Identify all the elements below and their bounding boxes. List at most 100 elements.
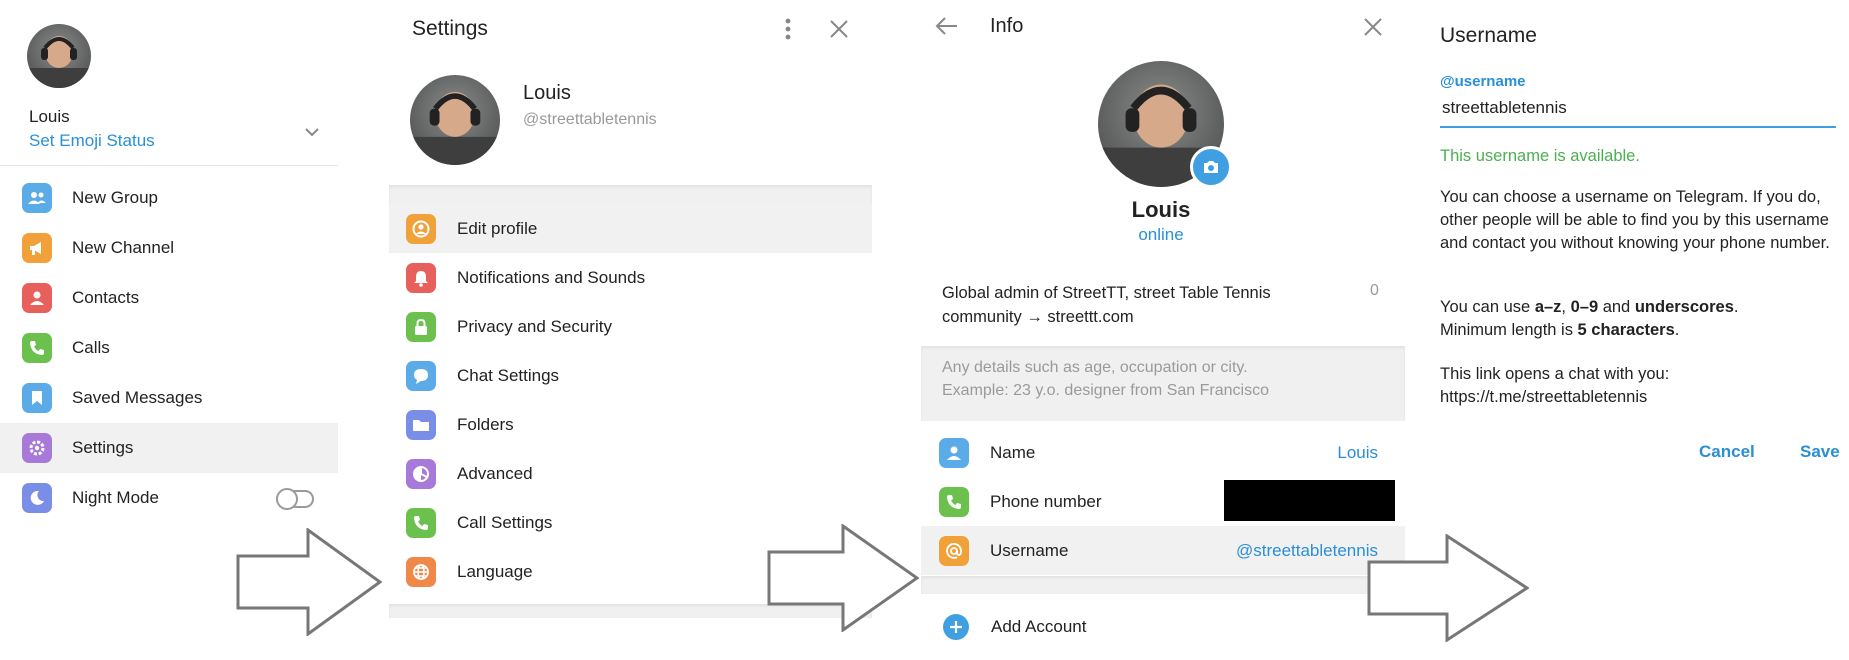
settings-item-privacy[interactable]: Privacy and Security — [389, 302, 872, 351]
person-icon — [22, 283, 52, 313]
avatar[interactable] — [27, 24, 91, 88]
close-icon[interactable] — [1362, 16, 1384, 38]
bio-text[interactable]: Global admin of StreetTT, street Table T… — [942, 281, 1271, 329]
page-title: Info — [990, 15, 1024, 37]
save-button[interactable]: Save — [1800, 442, 1840, 462]
menu-item-label: Night Mode — [72, 488, 159, 507]
field-label: Name — [990, 443, 1036, 462]
section-divider — [389, 185, 872, 204]
rules-underscores: underscores — [1634, 298, 1734, 316]
settings-item-label: Language — [457, 562, 533, 581]
add-account-button[interactable]: Add Account — [921, 604, 1405, 648]
rules-comma: , — [1561, 298, 1571, 316]
chevron-down-icon[interactable] — [302, 122, 322, 142]
settings-item-edit-profile[interactable]: Edit profile — [389, 204, 872, 253]
field-row-phone[interactable]: Phone number — [921, 477, 1405, 526]
menu-item-night-mode[interactable]: Night Mode — [0, 473, 338, 523]
min-length-end: . — [1674, 321, 1680, 339]
set-emoji-status-link[interactable]: Set Emoji Status — [29, 131, 155, 151]
menu-item-label: Calls — [72, 338, 110, 357]
rules-end: . — [1733, 298, 1739, 316]
bio-hint: Any details such as age, occupation or c… — [942, 356, 1269, 402]
section-divider — [921, 576, 1405, 594]
close-icon[interactable] — [828, 18, 850, 40]
rules-text: You can use a–z, 0–9 and underscores. Mi… — [1440, 296, 1840, 342]
profile-name: Louis — [1131, 197, 1191, 222]
rules-and: and — [1598, 298, 1635, 316]
menu-item-label: Saved Messages — [72, 388, 203, 407]
username-input[interactable]: streettabletennis — [1440, 96, 1836, 128]
menu-item-label: Settings — [72, 438, 134, 457]
settings-item-label: Notifications and Sounds — [457, 268, 646, 287]
page-title: Settings — [412, 17, 488, 40]
divider — [0, 165, 338, 166]
pie-chart-icon — [406, 459, 436, 489]
plus-circle-icon — [943, 614, 969, 640]
menu-item-label: New Group — [72, 188, 158, 207]
min-length-prefix: Minimum length is — [1440, 321, 1578, 339]
settings-item-label: Folders — [457, 415, 514, 434]
camera-icon — [1204, 161, 1218, 173]
profile-name: Louis — [523, 82, 571, 104]
add-account-label: Add Account — [991, 617, 1087, 636]
flow-arrow — [767, 523, 920, 633]
field-row-username[interactable]: Username @streettabletennis — [921, 526, 1405, 575]
chat-bubble-icon — [406, 361, 436, 391]
online-status: online — [1138, 225, 1184, 244]
page-title: Username — [1440, 24, 1537, 47]
avatar[interactable] — [410, 75, 500, 165]
username-input-value: streettabletennis — [1442, 98, 1567, 117]
group-icon — [22, 183, 52, 213]
min-length-value: 5 characters — [1577, 321, 1675, 339]
menu-item-label: New Channel — [72, 238, 175, 257]
menu-item-new-group[interactable]: New Group — [0, 173, 338, 223]
settings-item-folders[interactable]: Folders — [389, 400, 872, 449]
menu-item-saved-messages[interactable]: Saved Messages — [0, 373, 338, 423]
menu-item-calls[interactable]: Calls — [0, 323, 338, 373]
bell-icon — [406, 263, 436, 293]
bookmark-icon — [22, 383, 52, 413]
bio-line: community → streettt.com — [942, 308, 1134, 326]
availability-status: This username is available. — [1440, 147, 1640, 165]
settings-item-label: Advanced — [457, 464, 533, 483]
camera-button[interactable] — [1190, 146, 1232, 188]
field-value: Louis — [1337, 443, 1378, 462]
settings-item-label: Call Settings — [457, 513, 553, 532]
redacted-phone — [1224, 480, 1395, 521]
lock-icon — [406, 312, 436, 342]
more-vertical-icon[interactable] — [778, 16, 798, 42]
night-mode-toggle[interactable] — [276, 488, 314, 510]
description-text: You can choose a username on Telegram. I… — [1440, 188, 1830, 252]
field-row-name[interactable]: Name Louis — [921, 428, 1405, 477]
settings-item-chat-settings[interactable]: Chat Settings — [389, 351, 872, 400]
user-circle-icon — [406, 214, 436, 244]
hint-line: Example: 23 y.o. designer from San Franc… — [942, 382, 1269, 399]
back-arrow-icon[interactable] — [935, 15, 959, 37]
settings-item-notifications[interactable]: Notifications and Sounds — [389, 253, 872, 302]
bio-line: Global admin of StreetTT, street Table T… — [942, 284, 1271, 302]
folder-icon — [406, 410, 436, 440]
flow-arrow — [1367, 533, 1530, 643]
menu-item-new-channel[interactable]: New Channel — [0, 223, 338, 273]
megaphone-icon — [22, 233, 52, 263]
hint-line: Any details such as age, occupation or c… — [942, 359, 1248, 376]
settings-item-label: Edit profile — [457, 219, 538, 238]
rules-09: 0–9 — [1570, 298, 1599, 316]
profile-username: @streettabletennis — [523, 111, 657, 128]
phone-icon — [406, 508, 436, 538]
link-intro: This link opens a chat with you: — [1440, 365, 1670, 383]
field-value: @streettabletennis — [1235, 541, 1378, 560]
settings-item-label: Chat Settings — [457, 366, 560, 385]
menu-item-contacts[interactable]: Contacts — [0, 273, 338, 323]
settings-item-advanced[interactable]: Advanced — [389, 449, 872, 498]
person-icon — [939, 438, 969, 468]
settings-item-label: Privacy and Security — [457, 317, 612, 336]
cancel-button[interactable]: Cancel — [1699, 442, 1755, 462]
menu-item-label: Contacts — [72, 288, 140, 307]
flow-arrow — [236, 527, 383, 637]
gear-icon — [22, 433, 52, 463]
username-field-label: @username — [1440, 73, 1526, 90]
menu-item-settings[interactable]: Settings — [0, 423, 338, 473]
field-label: Phone number — [990, 492, 1102, 511]
profile-link[interactable]: https://t.me/streettabletennis — [1440, 386, 1840, 409]
